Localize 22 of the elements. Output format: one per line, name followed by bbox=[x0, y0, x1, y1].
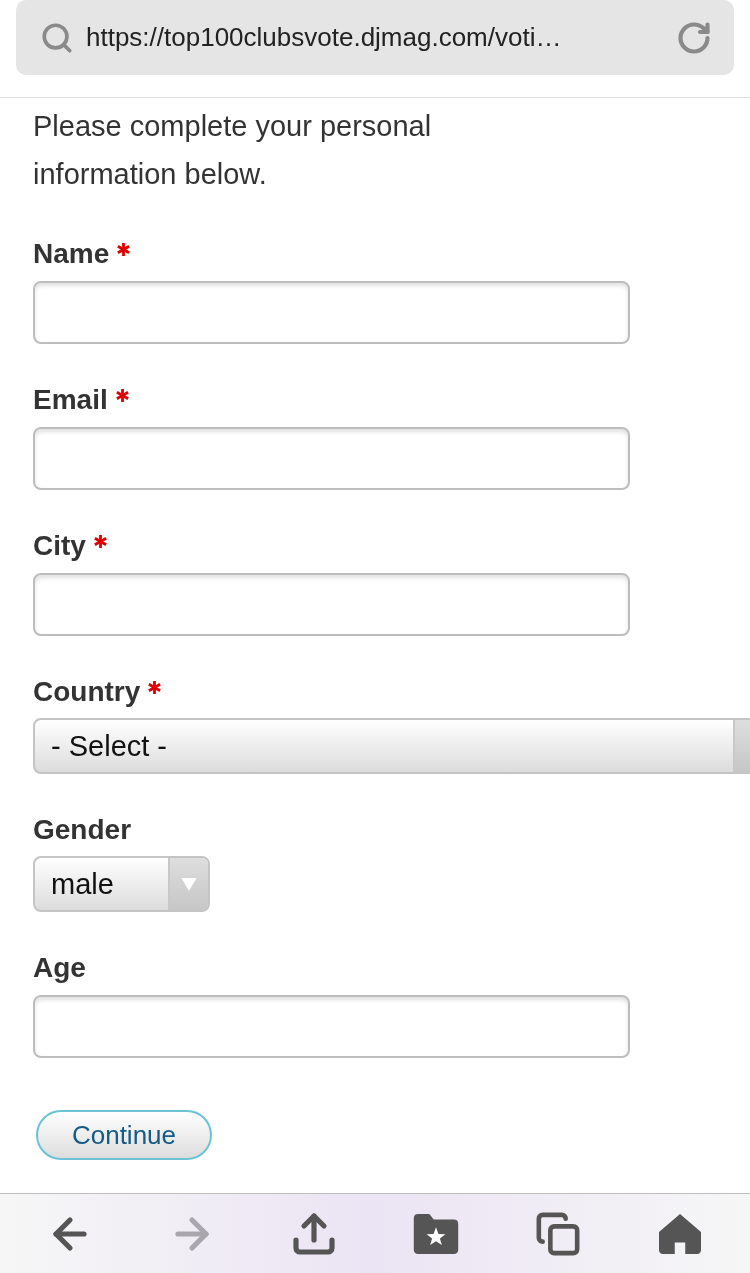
tabs-icon[interactable] bbox=[535, 1210, 581, 1257]
search-icon bbox=[40, 20, 74, 55]
intro-text: Please complete your personal information below. bbox=[33, 109, 433, 192]
text-input-field[interactable] bbox=[33, 281, 630, 344]
reload-icon[interactable] bbox=[676, 19, 712, 56]
url-text: https://top100clubsvote.djmag.com/voti… bbox=[86, 21, 563, 54]
field-label: Country bbox=[33, 675, 141, 709]
dropdown-select[interactable]: - Select - bbox=[33, 718, 750, 774]
field-label: Age bbox=[33, 951, 86, 985]
home-icon[interactable] bbox=[659, 1213, 701, 1254]
field-label: Email bbox=[33, 383, 108, 417]
dropdown-select[interactable]: male bbox=[33, 856, 210, 912]
field-label: Gender bbox=[33, 813, 132, 847]
text-input-field[interactable] bbox=[33, 427, 630, 490]
address-bar[interactable]: https://top100clubsvote.djmag.com/voti… bbox=[16, 0, 734, 75]
continue-button[interactable]: Continue bbox=[36, 1110, 212, 1160]
text-input-field[interactable] bbox=[33, 995, 630, 1058]
field-label: City bbox=[33, 529, 86, 563]
field-label: Name bbox=[33, 237, 110, 271]
text-input-field[interactable] bbox=[33, 573, 630, 636]
bookmark-folder-icon[interactable] bbox=[413, 1213, 459, 1254]
caret-down-icon bbox=[181, 877, 197, 891]
